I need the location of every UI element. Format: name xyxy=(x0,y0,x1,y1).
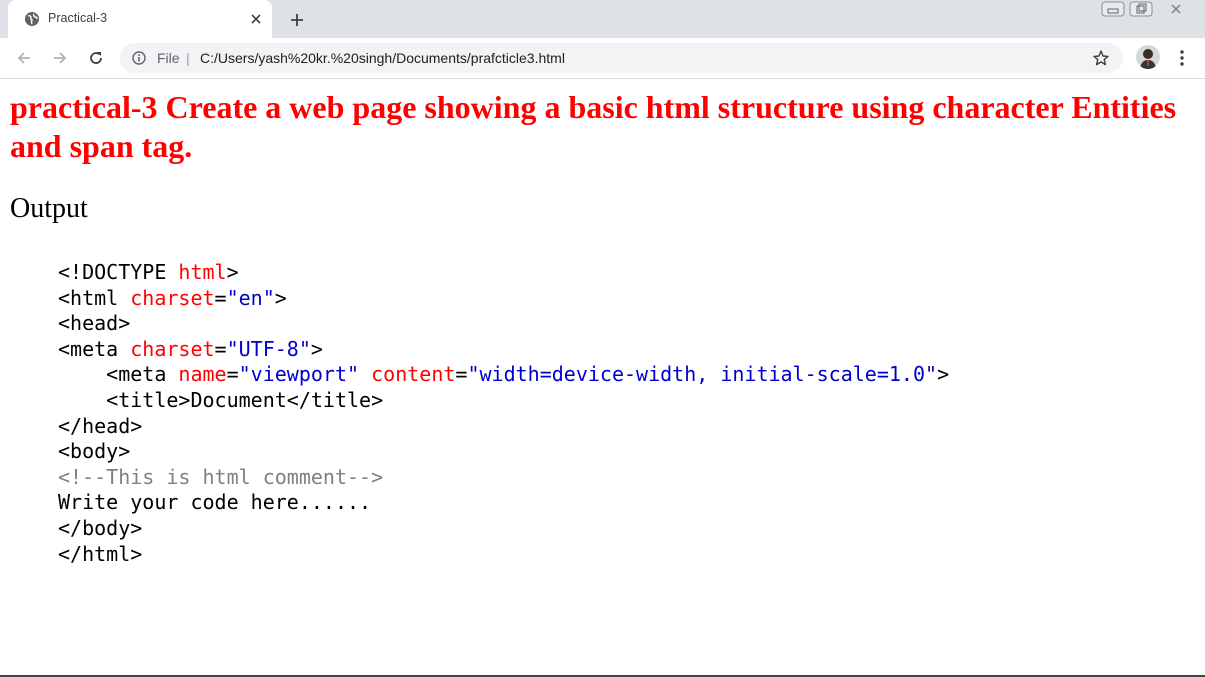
code-token-attr: name xyxy=(178,362,227,387)
reload-icon[interactable] xyxy=(84,46,108,70)
code-token-plain: <head> xyxy=(58,311,131,336)
code-token-plain: > xyxy=(937,362,950,387)
code-token-plain: <html xyxy=(58,285,131,310)
page-content: practical-3 Create a web page showing a … xyxy=(0,79,1205,675)
globe-icon xyxy=(24,11,40,27)
minimize-icon[interactable] xyxy=(1099,0,1127,18)
code-token-comment: <!--This is html comment--> xyxy=(58,464,384,489)
code-line: </head> xyxy=(58,414,949,440)
window-close-icon[interactable] xyxy=(1161,0,1191,18)
more-vert-icon[interactable] xyxy=(1172,46,1192,70)
code-token-str: "width=device-width, initial-scale=1.0" xyxy=(467,362,938,387)
code-line: </html> xyxy=(58,542,949,568)
code-line: <title>Document</title> xyxy=(58,388,949,414)
back-arrow-icon[interactable] xyxy=(12,46,36,70)
page-heading: practical-3 Create a web page showing a … xyxy=(10,89,1177,164)
code-token-plain: > xyxy=(226,260,239,284)
browser-toolbar: File | C:/Users/yash%20kr.%20singh/Docum… xyxy=(0,38,1205,79)
code-token-str: "UTF-8" xyxy=(226,336,311,361)
code-line: <body> xyxy=(58,439,949,465)
url-text[interactable]: C:/Users/yash%20kr.%20singh/Documents/pr… xyxy=(200,50,565,66)
code-token-str: "en" xyxy=(226,285,275,310)
browser-tab-active[interactable]: Practical-3 xyxy=(8,0,272,38)
star-icon[interactable] xyxy=(1092,49,1110,67)
code-token-attr: html xyxy=(178,260,227,284)
output-label: Output xyxy=(10,193,88,224)
code-token-plain: <meta xyxy=(58,362,179,387)
close-icon[interactable] xyxy=(246,9,266,29)
code-token-attr: content xyxy=(371,362,456,387)
code-token-plain: = xyxy=(214,285,227,310)
code-token-plain: = xyxy=(214,336,227,361)
forward-arrow-icon[interactable] xyxy=(48,46,72,70)
code-token-plain: > xyxy=(310,336,323,361)
tab-strip: Practical-3 xyxy=(0,0,1205,38)
code-token-plain: </head> xyxy=(58,413,143,438)
code-token-plain: <!DOCTYPE xyxy=(58,260,179,284)
code-token-attr: charset xyxy=(130,336,215,361)
tab-title: Practical-3 xyxy=(48,11,108,25)
code-token-plain: <meta xyxy=(58,336,131,361)
info-icon[interactable] xyxy=(132,51,146,65)
code-token-plain: </body> xyxy=(58,515,143,540)
code-token-plain: </html> xyxy=(58,541,143,566)
code-line: <meta name="viewport" content="width=dev… xyxy=(58,362,949,388)
restore-icon[interactable] xyxy=(1127,0,1155,18)
window-controls xyxy=(1099,0,1199,20)
code-line: <head> xyxy=(58,311,949,337)
address-bar[interactable]: File | C:/Users/yash%20kr.%20singh/Docum… xyxy=(120,43,1123,73)
code-token-plain: = xyxy=(455,362,468,387)
code-line: Write your code here...... xyxy=(58,490,949,516)
code-token-plain: <body> xyxy=(58,439,131,464)
code-token-plain: > xyxy=(274,285,287,310)
code-line: <meta charset="UTF-8"> xyxy=(58,337,949,363)
code-line: </body> xyxy=(58,516,949,542)
code-line: <!--This is html comment--> xyxy=(58,465,949,491)
code-token-plain: <title>Document</title> xyxy=(58,387,384,412)
url-separator: | xyxy=(186,50,190,66)
plus-icon[interactable] xyxy=(285,8,309,32)
code-token-attr: charset xyxy=(130,285,215,310)
code-line: <!DOCTYPE html> xyxy=(58,260,949,286)
code-block: <!DOCTYPE html> <html charset="en"> <head>… xyxy=(58,260,949,567)
code-token-str: "viewport" xyxy=(238,362,360,387)
code-token-plain: = xyxy=(226,362,239,387)
code-line: <html charset="en"> xyxy=(58,286,949,312)
avatar[interactable] xyxy=(1136,45,1160,69)
code-token-plain: Write your code here...... xyxy=(58,490,372,515)
scheme-label: File xyxy=(157,50,180,66)
